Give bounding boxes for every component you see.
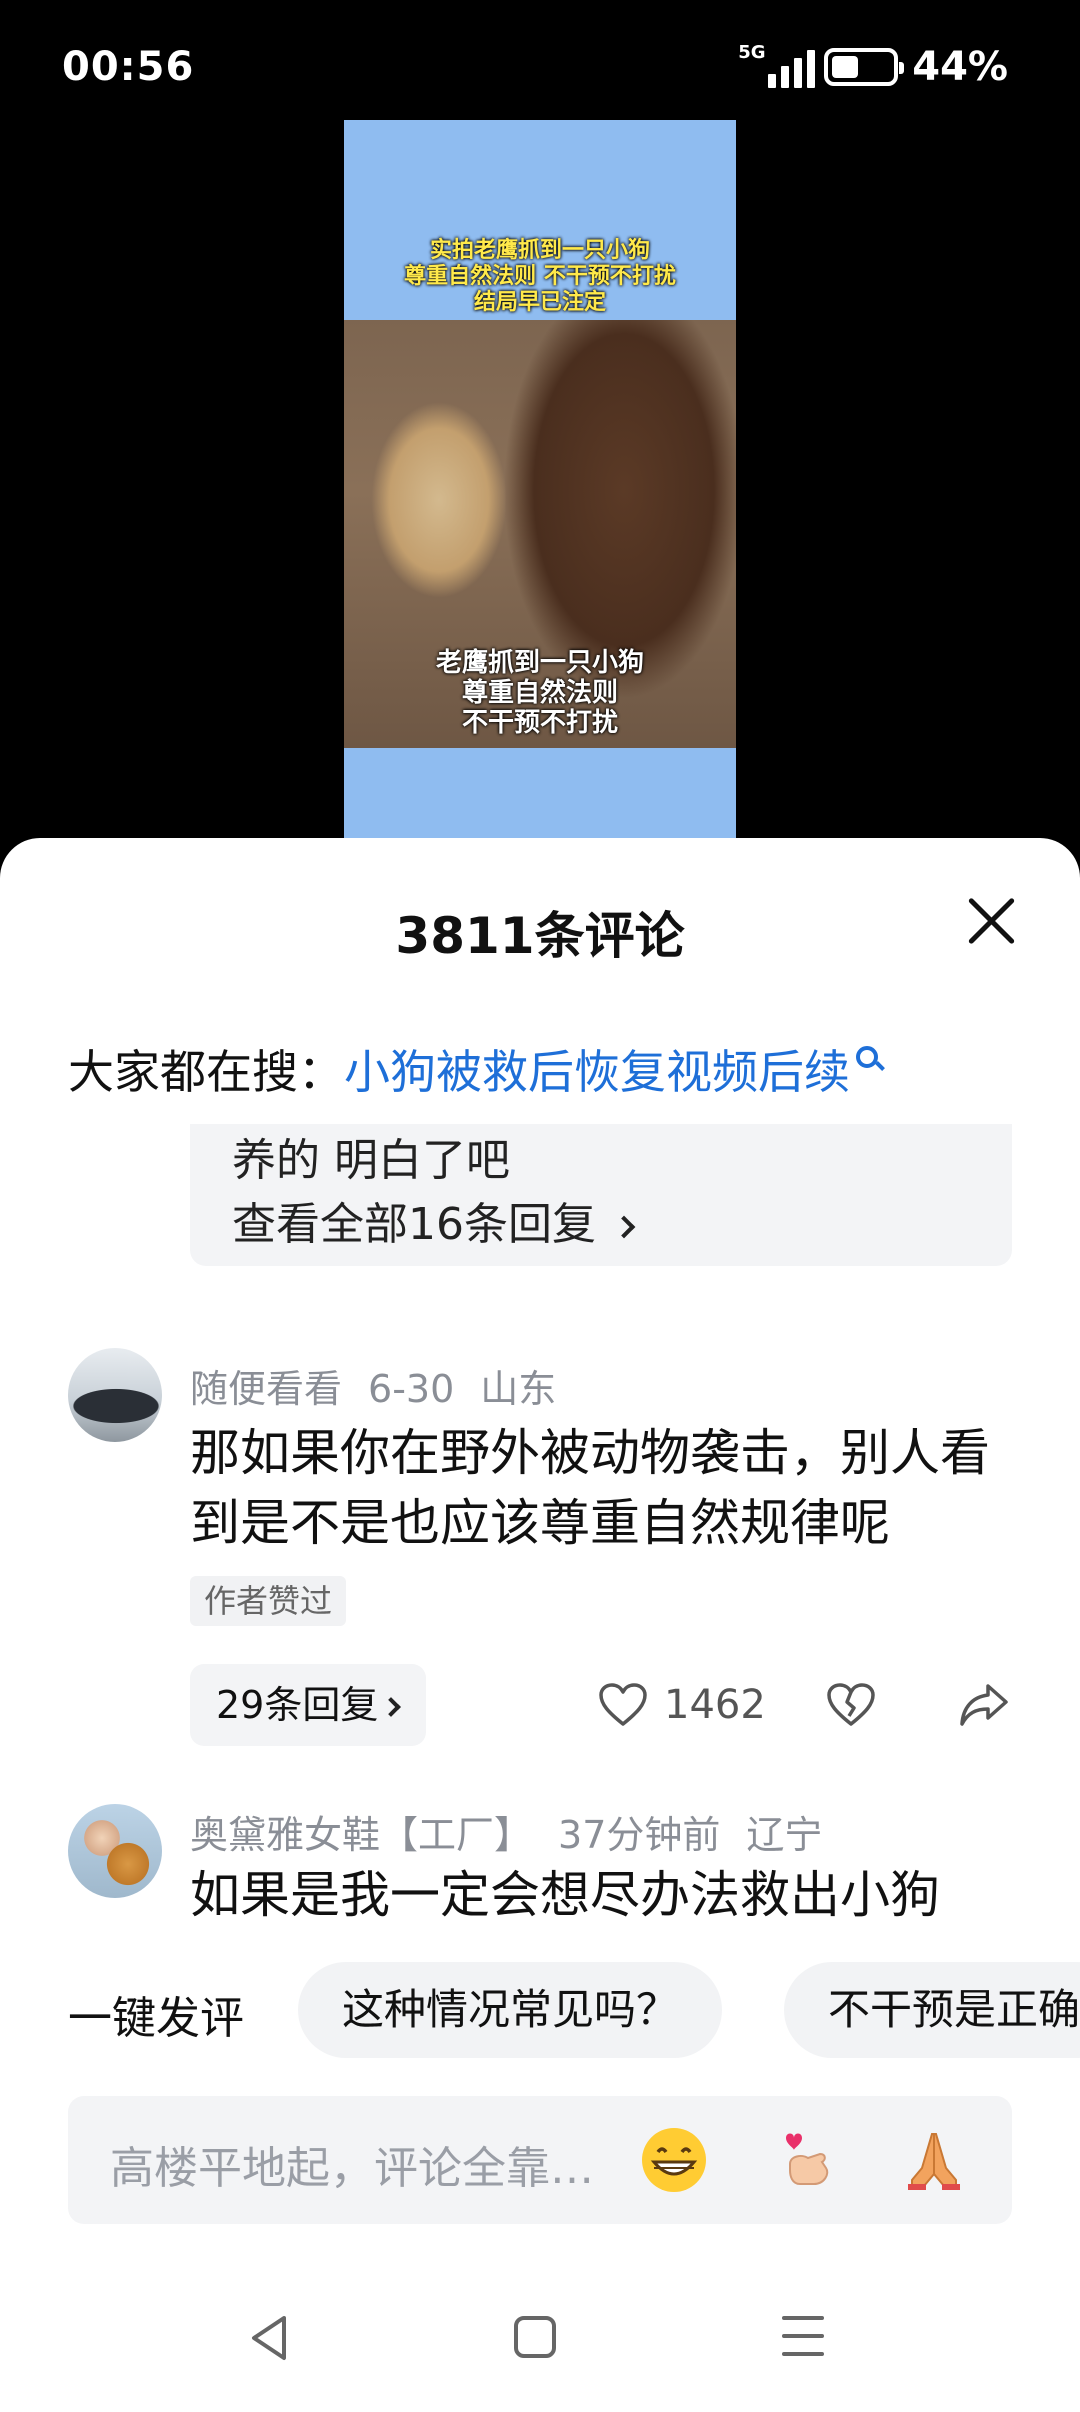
video-player[interactable]: 实拍老鹰抓到一只小狗 尊重自然法则 不干预不打扰 结局早已注定 老鹰抓到一只小狗… — [344, 120, 736, 860]
comment-location: 辽宁 — [746, 1813, 823, 1857]
author-liked-badge: 作者赞过 — [190, 1576, 347, 1626]
avatar[interactable] — [68, 1804, 162, 1898]
video-caption-top: 实拍老鹰抓到一只小狗 尊重自然法则 不干预不打扰 结局早已注定 — [404, 238, 676, 315]
grinning-emoji-icon[interactable] — [638, 2124, 710, 2196]
search-icon[interactable] — [856, 1046, 878, 1068]
broken-heart-icon[interactable] — [826, 1682, 876, 1728]
trending-search-label: 大家都在搜： — [68, 1045, 344, 1099]
praying-hands-emoji-icon[interactable] — [898, 2124, 970, 2196]
close-icon[interactable] — [964, 894, 1018, 948]
home-icon[interactable] — [514, 2316, 556, 2358]
like-count: 1462 — [664, 1682, 766, 1728]
share-icon[interactable] — [958, 1682, 1010, 1728]
trending-search: 大家都在搜： 小狗被救后恢复视频后续 — [68, 1036, 878, 1102]
comment-date: 37分钟前 — [558, 1813, 721, 1857]
status-icons: 5G 44% — [738, 42, 1008, 90]
quick-reply-chip[interactable]: 这种情况常见吗？ — [298, 1962, 723, 2058]
reply-thread-preview: 养的 明白了吧 查看全部16条回复 — [190, 1124, 1012, 1266]
comment-text[interactable]: 如果是我一定会想尽办法救出小狗 — [190, 1860, 1020, 1930]
signal-icon: 5G — [738, 42, 816, 90]
battery-icon — [824, 48, 905, 86]
finger-heart-emoji-icon[interactable] — [768, 2124, 840, 2196]
quick-reply-chip[interactable]: 不干预是正确 — [784, 1962, 1080, 2058]
quick-reply-bar: 一键发评 这种情况常见吗？ 不干预是正确 — [0, 1962, 1080, 2060]
battery-percent: 44% — [912, 44, 1008, 90]
comment-username[interactable]: 随便看看 — [190, 1367, 342, 1411]
heart-icon — [599, 1683, 647, 1726]
comment-meta: 奥黛雅女鞋【工厂】 37分钟前 辽宁 — [190, 1804, 848, 1859]
comment-actions: 1462 — [0, 1664, 1080, 1746]
comments-count-title: 3811条评论 — [395, 907, 685, 965]
reply-text: 养的 明白了吧 — [232, 1135, 510, 1186]
system-nav-bar — [0, 2286, 1080, 2412]
video-caption-bottom: 老鹰抓到一只小狗 尊重自然法则 不干预不打扰 — [435, 648, 644, 738]
avatar[interactable] — [68, 1348, 162, 1442]
quick-reply-label: 一键发评 — [68, 1993, 244, 2044]
like-button[interactable]: 1462 — [598, 1664, 766, 1746]
comment-date: 6-30 — [368, 1367, 455, 1411]
trending-search-link[interactable]: 小狗被救后恢复视频后续 — [344, 1036, 850, 1102]
comment-location: 山东 — [480, 1367, 557, 1411]
network-type: 5G — [738, 42, 766, 63]
menu-icon[interactable] — [782, 2316, 824, 2370]
comment-text[interactable]: 那如果你在野外被动物袭击，别人看到是不是也应该尊重自然规律呢 — [190, 1418, 1020, 1558]
comments-sheet: 3811条评论 大家都在搜： 小狗被救后恢复视频后续 养的 明白了吧 查看全部1… — [0, 838, 1080, 2412]
comment-input-placeholder: 高楼平地起，评论全靠… — [110, 2143, 594, 2194]
clock: 00:56 — [62, 44, 195, 90]
comment-input[interactable]: 高楼平地起，评论全靠… — [68, 2096, 1012, 2224]
comment-meta: 随便看看 6-30 山东 — [190, 1358, 582, 1413]
view-all-replies[interactable]: 查看全部16条回复 — [232, 1188, 636, 1252]
status-bar: 00:56 5G 44% — [0, 0, 1080, 130]
back-icon[interactable] — [246, 2312, 294, 2364]
chevron-right-icon — [612, 1215, 636, 1239]
comment-username[interactable]: 奥黛雅女鞋【工厂】 — [190, 1813, 532, 1857]
